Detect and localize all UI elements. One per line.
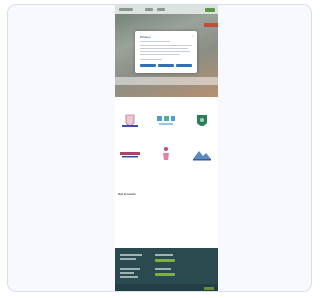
dialog-text-line [140,54,180,55]
partner-logos-grid [115,113,218,183]
footer-text [120,268,140,270]
partner-logo-3[interactable] [191,113,213,132]
partner-logo-1[interactable] [119,113,141,132]
footer-text [120,276,138,278]
dialog-text-line [140,48,188,49]
site-logo[interactable] [119,8,133,11]
dialog-button-3[interactable] [176,64,192,67]
close-icon[interactable]: × [192,34,194,38]
footer-button[interactable] [155,273,175,276]
footer-bottom-bar [115,284,218,291]
contact-section: Get in touch [118,192,136,197]
preview-card: Privacy × Get in touch [7,4,312,292]
shield-logo-icon [191,113,213,130]
letters-logo-icon [155,113,177,130]
dialog-button-1[interactable] [140,64,156,67]
footer-button[interactable] [155,259,175,262]
footer-text [155,254,173,256]
partner-logo-5[interactable] [155,145,177,164]
footer-text [120,272,134,274]
nav-link[interactable] [145,8,153,11]
footer-badge[interactable] [204,287,214,290]
landscape-logo-icon [191,145,213,162]
dialog-text-line [140,51,190,52]
figure-logo-icon [155,145,177,162]
dialog-button-row [140,64,192,67]
nav-link[interactable] [157,8,165,11]
site-footer [115,248,218,291]
header-cta-button[interactable] [205,8,215,12]
webpage-screenshot: Privacy × Get in touch [115,5,218,291]
dialog-button-2[interactable] [158,64,174,67]
hero-caption-strip [115,77,218,85]
footer-text [155,268,171,270]
dialog-title: Privacy [140,35,151,39]
cookie-consent-dialog[interactable]: Privacy × [135,31,197,73]
dialog-text-line [140,45,192,46]
dialog-text-line [140,41,170,42]
dialog-link-line[interactable] [140,59,162,60]
partner-logo-2[interactable] [155,113,177,132]
school-crest-icon [119,113,141,130]
footer-text [120,254,142,256]
footer-text [120,258,136,260]
contact-heading: Get in touch [118,192,136,196]
banner-logo-icon [119,145,141,162]
site-header [115,5,218,14]
partner-logo-4[interactable] [119,145,141,164]
hero-accent-bar [204,23,218,27]
partner-logo-6[interactable] [191,145,213,164]
